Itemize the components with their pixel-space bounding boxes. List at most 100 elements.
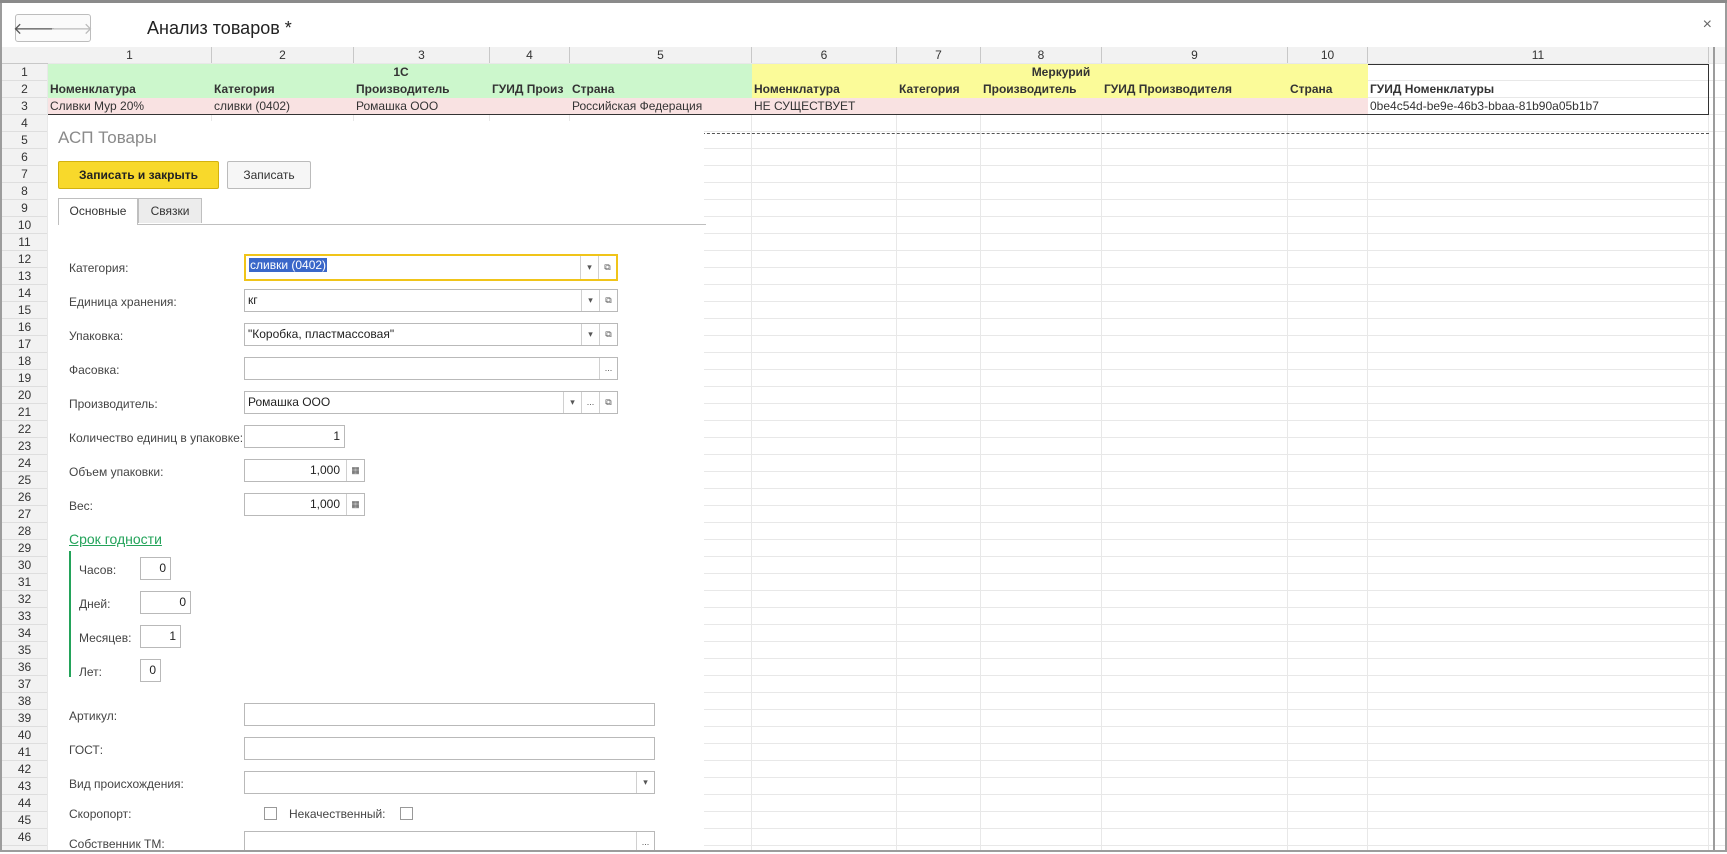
sheet-data-cell[interactable]: Сливки Мур 20% [48, 98, 212, 115]
sheet-column-title[interactable]: Номенклатура [752, 81, 897, 98]
open-icon[interactable]: ⧉ [599, 290, 617, 311]
row-header[interactable]: 34 [2, 625, 47, 642]
row-header[interactable]: 36 [2, 659, 47, 676]
row-header[interactable]: 1 [2, 64, 47, 81]
sheet-data-cell[interactable] [1102, 98, 1288, 115]
packing-field[interactable]: ... [244, 357, 618, 380]
sheet-scrollbar[interactable] [1713, 47, 1715, 850]
sheet-column-title[interactable]: Производитель [354, 81, 490, 98]
sheet-column-title[interactable]: Страна [570, 81, 752, 98]
row-header[interactable]: 38 [2, 693, 47, 710]
row-header[interactable]: 19 [2, 370, 47, 387]
sheet-column-title[interactable]: ГУИД Произ [490, 81, 570, 98]
row-header[interactable]: 22 [2, 421, 47, 438]
category-field[interactable]: сливки (0402) ▾ ⧉ [244, 254, 618, 281]
row-header[interactable]: 37 [2, 676, 47, 693]
row-header[interactable]: 40 [2, 727, 47, 744]
sheet-data-cell[interactable] [897, 98, 981, 115]
dropdown-icon[interactable]: ▾ [636, 772, 654, 793]
forward-button[interactable]: 🡒 [50, 15, 93, 41]
sheet-data-cell[interactable]: Российская Федерация [570, 98, 752, 115]
unit-field[interactable]: кг ▾ ⧉ [244, 289, 618, 312]
tab-main[interactable]: Основные [58, 198, 138, 225]
sheet-column-title[interactable]: Категория [897, 81, 981, 98]
row-header[interactable]: 33 [2, 608, 47, 625]
back-button[interactable]: 🡐 [13, 15, 56, 41]
row-header[interactable]: 42 [2, 761, 47, 778]
sheet-data-cell[interactable] [490, 98, 570, 115]
years-field[interactable]: 0 [140, 659, 161, 682]
calculator-icon[interactable]: ▦ [346, 460, 364, 481]
sheet-column-title[interactable]: ГУИД Номенклатуры [1368, 81, 1709, 98]
column-header[interactable]: 3 [354, 47, 490, 63]
sheet-data-cell[interactable]: сливки (0402) [212, 98, 354, 115]
row-header[interactable]: 21 [2, 404, 47, 421]
row-header[interactable]: 30 [2, 557, 47, 574]
column-header[interactable]: 1 [48, 47, 212, 63]
gost-field[interactable] [244, 737, 655, 760]
sheet-data-cell[interactable]: Ромашка ООО [354, 98, 490, 115]
dropdown-icon[interactable]: ▾ [580, 256, 598, 279]
row-header[interactable]: 20 [2, 387, 47, 404]
row-header[interactable]: 10 [2, 217, 47, 234]
sheet-data-cell[interactable]: 0be4c54d-be9e-46b3-bbaa-81b90a05b1b7 [1368, 98, 1709, 115]
tab-links[interactable]: Связки [138, 198, 202, 223]
save-button[interactable]: Записать [227, 161, 311, 189]
row-header[interactable]: 17 [2, 336, 47, 353]
row-header[interactable]: 39 [2, 710, 47, 727]
sheet-data-cell[interactable] [1288, 98, 1368, 115]
open-icon[interactable]: ⧉ [599, 324, 617, 345]
sheet-data-cell[interactable] [981, 98, 1102, 115]
row-header[interactable]: 35 [2, 642, 47, 659]
row-header[interactable]: 14 [2, 285, 47, 302]
close-icon[interactable]: × [1703, 16, 1712, 34]
pack-field[interactable]: "Коробка, пластмассовая" ▾ ⧉ [244, 323, 618, 346]
group-header-1c[interactable]: 1С [48, 64, 752, 81]
open-icon[interactable]: ⧉ [599, 392, 617, 413]
row-header[interactable]: 8 [2, 183, 47, 200]
select-icon[interactable]: ... [581, 392, 599, 413]
dropdown-icon[interactable]: ▾ [563, 392, 581, 413]
manufacturer-field[interactable]: Ромашка ООО ▾ ... ⧉ [244, 391, 618, 414]
row-header[interactable]: 11 [2, 234, 47, 251]
column-header[interactable]: 8 [981, 47, 1102, 63]
group-header-blank[interactable] [1368, 64, 1709, 81]
column-header[interactable]: 2 [212, 47, 354, 63]
row-header[interactable]: 13 [2, 268, 47, 285]
select-icon[interactable]: ... [599, 358, 617, 379]
row-header[interactable]: 45 [2, 812, 47, 829]
sheet-column-title[interactable]: Производитель [981, 81, 1102, 98]
lowquality-checkbox[interactable] [400, 807, 413, 820]
row-header[interactable]: 3 [2, 98, 47, 115]
row-header[interactable]: 9 [2, 200, 47, 217]
row-header[interactable]: 12 [2, 251, 47, 268]
column-header[interactable]: 11 [1368, 47, 1709, 63]
open-icon[interactable]: ⧉ [598, 256, 616, 279]
sheet-column-title[interactable]: Страна [1288, 81, 1368, 98]
row-header[interactable]: 6 [2, 149, 47, 166]
row-header[interactable]: 29 [2, 540, 47, 557]
row-header[interactable]: 23 [2, 438, 47, 455]
column-header[interactable]: 4 [490, 47, 570, 63]
row-header[interactable]: 7 [2, 166, 47, 183]
shelf-life-section[interactable]: Срок годности [69, 531, 162, 547]
spreadsheet[interactable]: 1 2 3 4 5 6 7 8 9 10 11 1 2 3 4 5 6 7 8 9 10 11 12 13 14 15 16 17 1… [2, 47, 1725, 850]
row-header[interactable]: 15 [2, 302, 47, 319]
row-header[interactable]: 2 [2, 81, 47, 98]
weight-field[interactable]: 1,000 ▦ [244, 493, 365, 516]
row-header[interactable]: 27 [2, 506, 47, 523]
row-header[interactable]: 24 [2, 455, 47, 472]
column-header[interactable]: 5 [570, 47, 752, 63]
perishable-checkbox[interactable] [264, 807, 277, 820]
row-header[interactable]: 25 [2, 472, 47, 489]
row-header[interactable]: 46 [2, 829, 47, 846]
row-header[interactable]: 26 [2, 489, 47, 506]
origin-field[interactable]: ▾ [244, 771, 655, 794]
months-field[interactable]: 1 [140, 625, 181, 648]
sheet-column-title[interactable]: ГУИД Производителя [1102, 81, 1288, 98]
row-header[interactable]: 4 [2, 115, 47, 132]
article-field[interactable] [244, 703, 655, 726]
days-field[interactable]: 0 [140, 591, 191, 614]
volume-field[interactable]: 1,000 ▦ [244, 459, 365, 482]
row-header[interactable]: 44 [2, 795, 47, 812]
